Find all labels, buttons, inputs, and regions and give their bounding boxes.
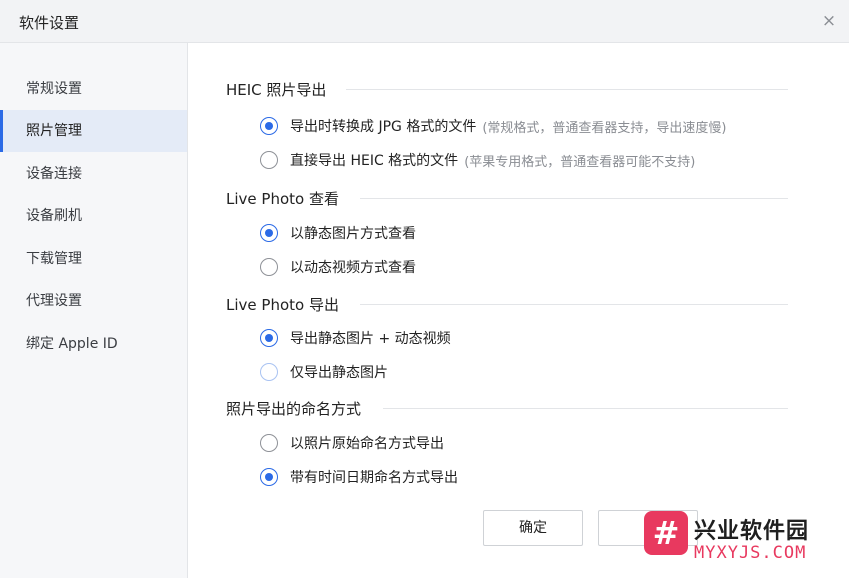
option-convert-jpg[interactable]: 导出时转换成 JPG 格式的文件 (常规格式，普通查看器支持，导出速度慢) xyxy=(260,115,726,137)
sidebar-item-photo-management[interactable]: 照片管理 xyxy=(0,110,187,152)
option-view-video[interactable]: 以动态视频方式查看 xyxy=(260,256,416,278)
option-hint: (常规格式，普通查看器支持，导出速度慢) xyxy=(482,120,727,136)
section-divider xyxy=(346,89,788,90)
radio-unchecked-icon[interactable] xyxy=(260,151,278,169)
option-label: 仅导出静态图片 xyxy=(290,365,388,381)
watermark-logo: # 兴业软件园 MYXYJS.COM xyxy=(636,507,842,569)
sidebar-item-download-management[interactable]: 下载管理 xyxy=(0,238,187,280)
close-icon[interactable]: × xyxy=(819,11,839,31)
settings-window: 软件设置 × 常规设置 照片管理 设备连接 设备刷机 下载管理 代理设置 绑定 … xyxy=(0,0,849,578)
hash-icon: # xyxy=(652,514,680,552)
radio-checked-icon[interactable] xyxy=(260,224,278,242)
section-title-heic-export: HEIC 照片导出 xyxy=(226,81,327,99)
option-view-static[interactable]: 以静态图片方式查看 xyxy=(260,222,416,244)
section-title-live-photo-view: Live Photo 查看 xyxy=(226,190,339,208)
title-bar: 软件设置 × xyxy=(0,0,849,43)
section-divider xyxy=(360,198,788,199)
radio-checked-icon[interactable] xyxy=(260,329,278,347)
section-title-naming: 照片导出的命名方式 xyxy=(226,400,362,418)
option-datetime-name[interactable]: 带有时间日期命名方式导出 xyxy=(260,466,458,488)
option-label: 导出静态图片 + 动态视频 xyxy=(290,331,451,347)
option-original-name[interactable]: 以照片原始命名方式导出 xyxy=(260,432,444,454)
option-label: 带有时间日期命名方式导出 xyxy=(290,470,458,486)
option-export-static-only[interactable]: 仅导出静态图片 xyxy=(260,361,388,383)
option-export-static-and-video[interactable]: 导出静态图片 + 动态视频 xyxy=(260,327,451,349)
sidebar-item-device-connection[interactable]: 设备连接 xyxy=(0,153,187,195)
confirm-button[interactable]: 确定 xyxy=(483,510,583,546)
sidebar-item-device-flash[interactable]: 设备刷机 xyxy=(0,195,187,237)
option-label: 直接导出 HEIC 格式的文件 xyxy=(290,153,459,169)
option-label: 以动态视频方式查看 xyxy=(290,260,416,276)
radio-unchecked-icon[interactable] xyxy=(260,434,278,452)
settings-content: HEIC 照片导出 导出时转换成 JPG 格式的文件 (常规格式，普通查看器支持… xyxy=(188,43,849,578)
watermark-name-en: MYXYJS.COM xyxy=(694,543,807,563)
sidebar: 常规设置 照片管理 设备连接 设备刷机 下载管理 代理设置 绑定 Apple I… xyxy=(0,43,188,578)
sidebar-item-bind-apple-id[interactable]: 绑定 Apple ID xyxy=(0,323,187,365)
radio-checked-icon[interactable] xyxy=(260,117,278,135)
option-label: 以静态图片方式查看 xyxy=(290,226,416,242)
section-divider xyxy=(360,304,788,305)
window-title: 软件设置 xyxy=(19,14,80,32)
radio-unchecked-icon[interactable] xyxy=(260,258,278,276)
sidebar-item-general[interactable]: 常规设置 xyxy=(0,68,187,110)
section-title-live-photo-export: Live Photo 导出 xyxy=(226,296,339,314)
watermark-name-cn: 兴业软件园 xyxy=(694,519,810,544)
option-export-heic[interactable]: 直接导出 HEIC 格式的文件 (苹果专用格式，普通查看器可能不支持) xyxy=(260,149,695,171)
sidebar-item-proxy-settings[interactable]: 代理设置 xyxy=(0,280,187,322)
radio-checked-icon[interactable] xyxy=(260,468,278,486)
option-hint: (苹果专用格式，普通查看器可能不支持) xyxy=(464,154,696,170)
section-divider xyxy=(383,408,788,409)
option-label: 以照片原始命名方式导出 xyxy=(290,436,444,452)
radio-unchecked-icon[interactable] xyxy=(260,363,278,381)
option-label: 导出时转换成 JPG 格式的文件 xyxy=(290,119,477,135)
